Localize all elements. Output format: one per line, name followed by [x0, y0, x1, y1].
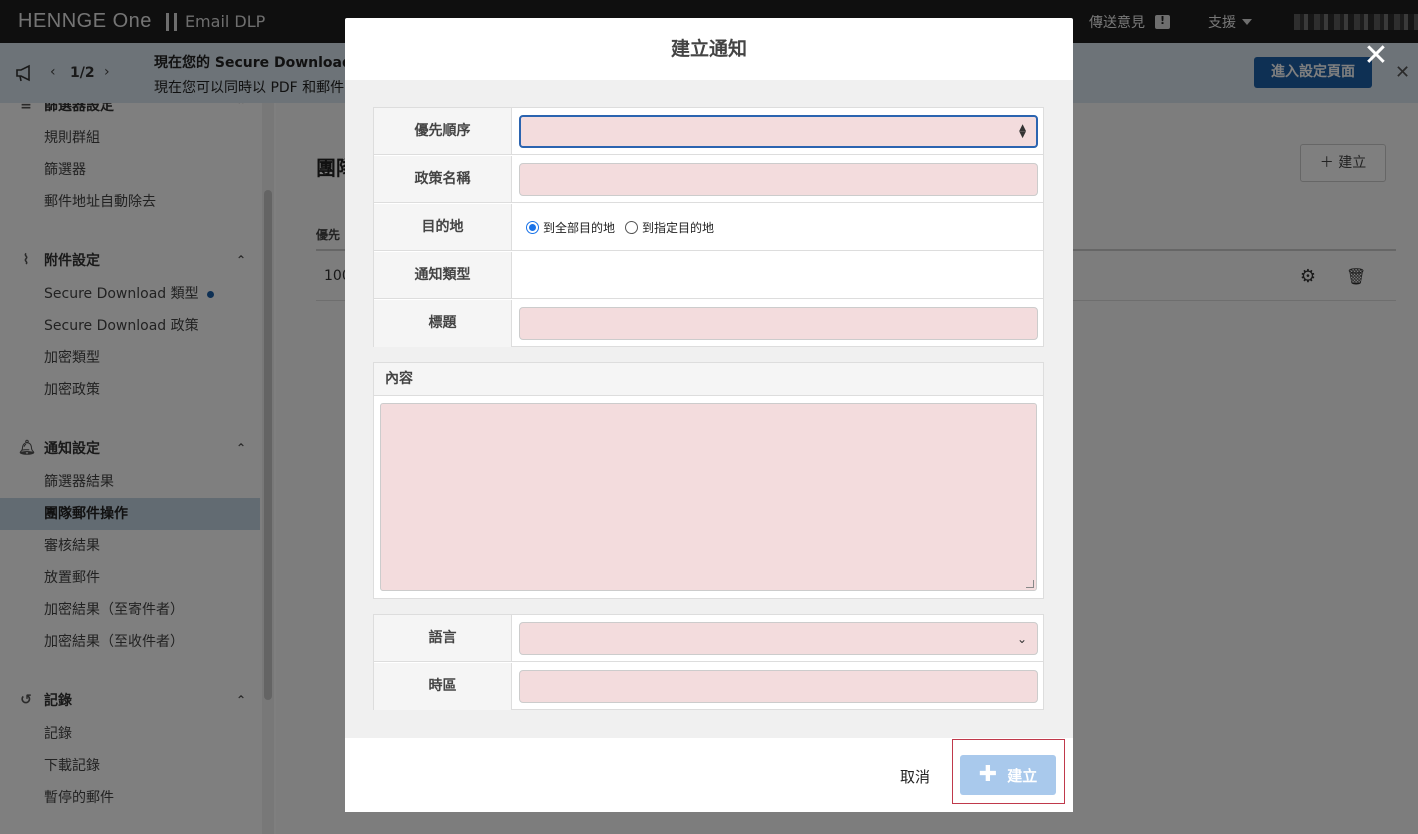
form-row-timezone: 時區 — [374, 663, 1043, 710]
priority-label: 優先順序 — [374, 108, 512, 154]
content-label: 內容 — [374, 363, 1043, 396]
timezone-label: 時區 — [374, 663, 512, 710]
create-submit-button[interactable]: ✚ 建立 — [960, 755, 1056, 795]
subject-input[interactable] — [519, 307, 1038, 340]
dialog-title: 建立通知 — [670, 38, 747, 60]
radio-specific-label[interactable]: 到指定目的地 — [642, 219, 714, 236]
chevron-down-icon[interactable]: ⌄ — [1017, 632, 1027, 646]
number-spinner-icon[interactable]: ▲ ▼ — [1019, 124, 1026, 140]
cancel-button[interactable]: 取消 — [900, 766, 930, 787]
plus-icon: ✚ — [978, 762, 998, 787]
form-row-destination: 目的地 到全部目的地 到指定目的地 — [374, 204, 1043, 251]
destination-label: 目的地 — [374, 204, 512, 250]
radio-all-label[interactable]: 到全部目的地 — [543, 219, 615, 236]
close-icon[interactable]: ✕ — [1362, 41, 1390, 71]
subject-label: 標題 — [374, 300, 512, 347]
radio-all-destinations[interactable] — [526, 221, 539, 234]
form-table-bottom: 語言 ⌄ 時區 — [373, 614, 1044, 710]
language-label: 語言 — [374, 615, 512, 661]
create-notification-dialog: 建立通知 優先順序 ▲ ▼ 政策名稱 目的地 到全部目的地 到指定目的地 通知類… — [345, 18, 1073, 812]
form-row-language: 語言 ⌄ — [374, 615, 1043, 662]
form-row-notify-type: 通知類型 — [374, 252, 1043, 299]
notify-type-label: 通知類型 — [374, 252, 512, 298]
content-textarea[interactable] — [380, 403, 1037, 591]
form-row-policy-name: 政策名稱 — [374, 156, 1043, 203]
content-section: 內容 — [373, 362, 1044, 599]
policy-name-label: 政策名稱 — [374, 156, 512, 202]
language-select[interactable]: ⌄ — [519, 622, 1038, 655]
timezone-input[interactable] — [519, 670, 1038, 703]
form-table-top: 優先順序 ▲ ▼ 政策名稱 目的地 到全部目的地 到指定目的地 通知類型 標題 — [373, 107, 1044, 347]
resize-handle-icon[interactable] — [1026, 580, 1034, 588]
priority-input[interactable]: ▲ ▼ — [519, 115, 1038, 148]
policy-name-input[interactable] — [519, 163, 1038, 196]
destination-radio-group: 到全部目的地 到指定目的地 — [526, 219, 724, 236]
radio-specific-destination[interactable] — [625, 221, 639, 234]
form-row-subject: 標題 — [374, 300, 1043, 347]
dialog-body: 優先順序 ▲ ▼ 政策名稱 目的地 到全部目的地 到指定目的地 通知類型 標題 … — [345, 80, 1073, 738]
form-row-priority: 優先順序 ▲ ▼ — [374, 108, 1043, 155]
